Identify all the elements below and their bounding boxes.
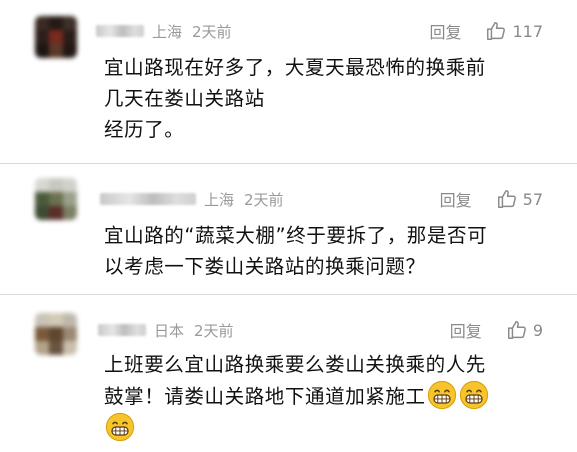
location-label: 日本 [154,321,185,340]
username-blurred[interactable] [96,25,144,37]
comment-text-line: 几天在娄山关路站 [104,87,265,110]
comment-text-line: 宜山路的“蔬菜大棚”终于要拆了，那是否可 [104,224,488,247]
avatar[interactable] [35,313,77,355]
comment-actions: 回复 57 [440,187,543,211]
like-count: 9 [532,320,543,340]
username-blurred[interactable] [100,193,196,205]
comment-text-line: 宜山路现在好多了，大夏天最恐怖的换乘前 [104,56,486,79]
comment-text-line: 上班要么宜山路换乘要么娄山关换乘的人先 [104,353,486,376]
comment-meta: 上海 2天前 [96,20,232,42]
comment-actions: 回复 117 [429,19,543,43]
comment-item: 上海 2天前 回复 57 宜山路的“蔬菜大棚”终于要拆了，那是否可 以考虑一下娄… [0,164,577,295]
thumbs-up-icon [497,190,516,208]
comment-meta: 日本 2天前 [98,319,234,341]
avatar[interactable] [35,16,77,58]
like-button[interactable]: 9 [506,319,543,341]
like-count: 57 [522,189,543,209]
comment-text-line [104,412,559,444]
like-button[interactable]: 117 [485,20,543,42]
comment-text-line: 经历了。 [104,118,185,141]
grinning-face-icon [459,380,488,410]
grinning-face-icon [105,412,135,442]
timestamp: 2天前 [194,321,234,340]
comment-item: 日本 2天前 回复 9 上班要么宜山路换乘要么娄山关换乘的人先 鼓掌！请娄山关路… [0,295,577,452]
timestamp: 2天前 [244,190,284,209]
comment-text-line: 鼓掌！请娄山关路地下通道加紧施工 [104,380,559,412]
like-button[interactable]: 57 [496,188,543,210]
username-blurred[interactable] [98,324,146,336]
like-count: 117 [512,21,543,41]
thumbs-up-icon [507,321,526,339]
location-label: 上海 [152,22,183,41]
comment-text-line: 以考虑一下娄山关路站的换乘问题？ [104,255,426,278]
location-label: 上海 [204,190,235,209]
avatar[interactable] [35,178,77,220]
comment-text-segment: 鼓掌！请娄山关路地下通道加紧施工 [104,385,426,408]
grinning-face-icon [427,380,456,410]
reply-button[interactable]: 回复 [429,19,461,43]
reply-button[interactable]: 回复 [450,318,482,342]
thumbs-up-icon [487,22,506,40]
comment-text: 上班要么宜山路换乘要么娄山关换乘的人先 鼓掌！请娄山关路地下通道加紧施工 [104,349,559,444]
comment-item: 上海 2天前 回复 117 宜山路现在好多了，大夏天最恐怖的换乘前 几天在娄山关… [0,0,577,164]
comment-meta: 上海 2天前 [100,188,284,210]
comment-actions: 回复 9 [450,318,543,342]
reply-button[interactable]: 回复 [440,187,472,211]
timestamp: 2天前 [192,22,232,41]
comment-text: 宜山路的“蔬菜大棚”终于要拆了，那是否可 以考虑一下娄山关路站的换乘问题？ [104,220,559,282]
comment-text: 宜山路现在好多了，大夏天最恐怖的换乘前 几天在娄山关路站 经历了。 [104,52,559,145]
